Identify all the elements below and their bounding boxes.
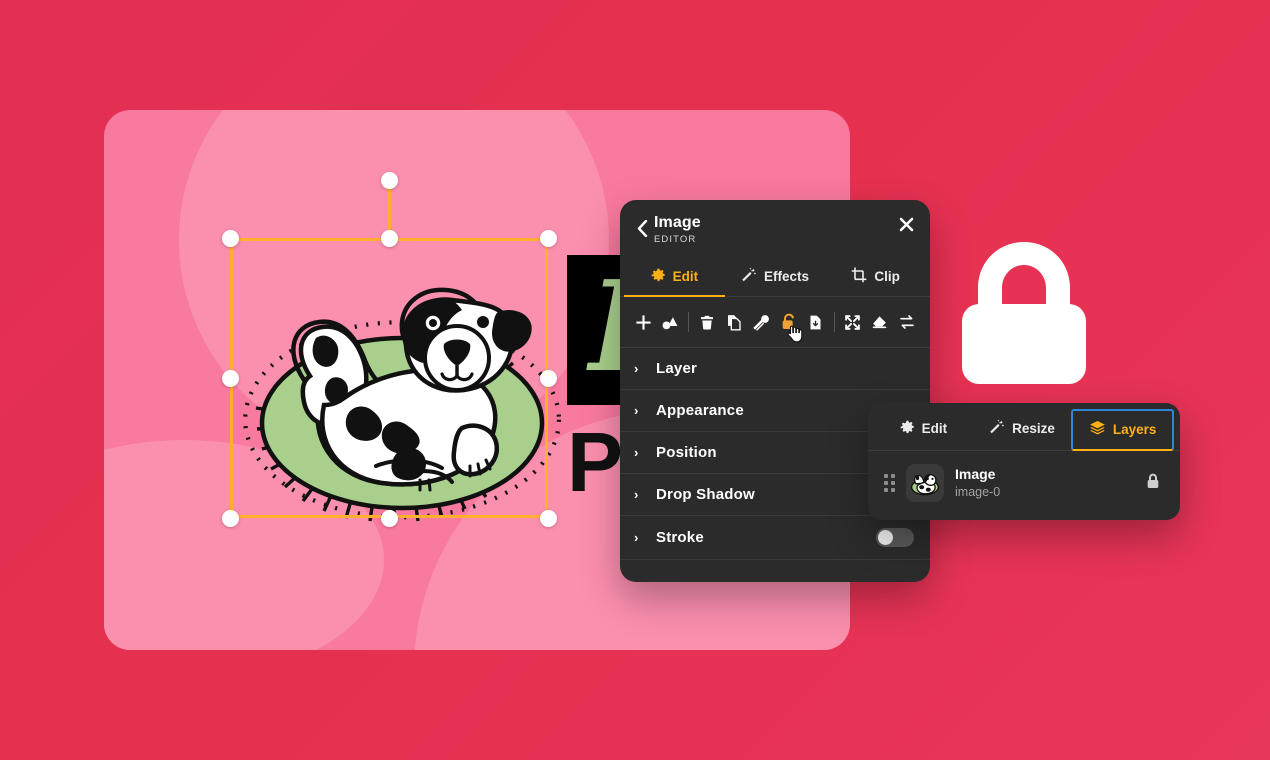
chevron-right-icon: › [634,361,639,377]
unlock-icon[interactable] [777,309,803,343]
resize-handle-bottom-right[interactable] [539,509,557,527]
resize-handle-bottom-center[interactable] [380,509,398,527]
section-layer[interactable]: › Layer [620,348,930,391]
section-stroke-label: Stroke [656,529,704,547]
tab-clip-label: Clip [874,269,900,285]
tab-effects[interactable]: Effects [725,259,826,297]
trash-icon[interactable] [696,309,718,335]
tab-clip[interactable]: Clip [825,259,926,297]
drag-handle-icon[interactable] [884,474,895,492]
layer-row[interactable]: Image image-0 [878,460,1170,506]
layer-name: Image [955,465,996,482]
rotate-handle[interactable] [380,171,398,189]
layer-list[interactable]: Image image-0 [868,451,1180,510]
shapes-icon[interactable] [659,309,681,335]
chevron-right-icon: › [634,487,639,503]
add-icon[interactable] [632,309,654,335]
section-layer-label: Layer [656,360,698,378]
replace-icon[interactable] [896,309,918,335]
selection-outline [230,238,548,518]
resize-icon[interactable] [842,309,864,335]
chevron-left-icon[interactable] [632,214,652,237]
editor-tabs[interactable]: Edit Effects Clip [620,253,930,298]
page-title: Image [654,214,701,231]
magic-wand-icon [989,419,1005,438]
tab-edit[interactable]: Edit [624,259,725,298]
gear-icon [900,420,915,438]
tab-edit[interactable]: Edit [874,409,973,451]
layers-panel[interactable]: Edit Resize Layers Image image-0 [868,403,1180,520]
eyedropper-icon[interactable] [750,309,772,335]
chevron-right-icon: › [634,445,639,461]
resize-handle-middle-right[interactable] [539,369,557,387]
crop-icon [851,267,867,286]
selection-frame[interactable] [221,171,557,527]
editor-toolbar[interactable] [620,297,930,349]
stroke-toggle[interactable] [876,528,914,548]
tab-layers[interactable]: Layers [1071,409,1175,451]
toolbar-divider-2 [833,312,835,333]
chevron-right-icon: › [634,403,639,419]
download-icon[interactable] [805,309,827,335]
tab-edit-label: Edit [921,421,948,436]
section-stroke[interactable]: › Stroke [620,516,930,561]
gear-icon [651,268,666,286]
layer-thumbnail[interactable] [906,464,944,502]
lock-closed-icon [958,238,1090,388]
tab-layers-label: Layers [1112,422,1157,437]
resize-handle-top-center[interactable] [380,229,398,247]
duplicate-icon[interactable] [723,309,745,335]
panel-subtitle: EDITOR [654,234,697,246]
close-icon[interactable] [899,214,914,236]
layers-icon [1089,420,1106,439]
tab-resize-label: Resize [1012,421,1055,436]
eraser-icon[interactable] [869,309,891,335]
layer-meta: Image image-0 [955,466,1135,500]
layer-id: image-0 [955,484,1001,499]
resize-handle-bottom-left[interactable] [221,509,239,527]
magic-wand-icon [741,267,757,286]
layers-panel-tabs[interactable]: Edit Resize Layers [868,403,1180,451]
resize-handle-top-left[interactable] [221,229,239,247]
toolbar-divider-1 [688,312,690,333]
resize-handle-middle-left[interactable] [221,369,239,387]
tab-effects-label: Effects [764,269,810,285]
tab-resize[interactable]: Resize [973,409,1072,451]
editor-panel-header: Image EDITOR [620,200,930,253]
chevron-right-icon: › [634,530,639,546]
tab-edit-label: Edit [672,269,699,285]
image-editor-panel[interactable]: Image EDITOR Edit Effects Clip › Layer ›… [620,200,930,583]
resize-handle-top-right[interactable] [539,229,557,247]
lock-closed-icon[interactable] [1146,473,1164,494]
